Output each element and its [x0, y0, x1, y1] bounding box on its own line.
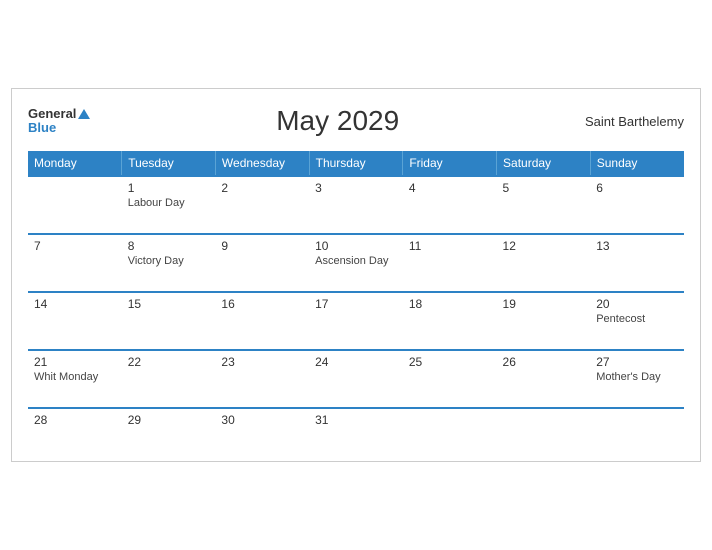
- holiday-label: Victory Day: [128, 255, 210, 267]
- holiday-label: Ascension Day: [315, 255, 397, 267]
- calendar-body: 1Labour Day2345678Victory Day910Ascensio…: [28, 176, 684, 453]
- calendar-title: May 2029: [276, 105, 399, 137]
- day-cell: [590, 408, 684, 453]
- day-cell: 30: [215, 408, 309, 453]
- day-number: 13: [596, 239, 678, 253]
- day-number: 31: [315, 413, 397, 427]
- day-number: 23: [221, 355, 303, 369]
- col-friday: Friday: [403, 151, 497, 176]
- day-number: 12: [503, 239, 585, 253]
- day-cell: 26: [497, 350, 591, 408]
- day-cell: 2: [215, 176, 309, 234]
- day-number: 8: [128, 239, 210, 253]
- day-number: 22: [128, 355, 210, 369]
- day-cell: 23: [215, 350, 309, 408]
- day-number: 2: [221, 181, 303, 195]
- day-number: 27: [596, 355, 678, 369]
- day-cell: 17: [309, 292, 403, 350]
- calendar-header-row: Monday Tuesday Wednesday Thursday Friday…: [28, 151, 684, 176]
- day-cell: 28: [28, 408, 122, 453]
- day-cell: 1 Labour Day: [122, 176, 216, 234]
- col-tuesday: Tuesday: [122, 151, 216, 176]
- day-number: 4: [409, 181, 491, 195]
- day-cell: 20 Pentecost: [590, 292, 684, 350]
- day-cell: 14: [28, 292, 122, 350]
- day-cell: 10 Ascension Day: [309, 234, 403, 292]
- day-cell: 6: [590, 176, 684, 234]
- day-cell: [497, 408, 591, 453]
- holiday-label: Mother's Day: [596, 371, 678, 383]
- day-cell: 9: [215, 234, 309, 292]
- day-number: 26: [503, 355, 585, 369]
- day-cell: 5: [497, 176, 591, 234]
- logo-general-text: General: [28, 107, 90, 121]
- holiday-label: Whit Monday: [34, 371, 116, 383]
- col-sunday: Sunday: [590, 151, 684, 176]
- day-cell: 16: [215, 292, 309, 350]
- day-cell: 15: [122, 292, 216, 350]
- day-cell: 27 Mother's Day: [590, 350, 684, 408]
- day-number: 6: [596, 181, 678, 195]
- col-saturday: Saturday: [497, 151, 591, 176]
- calendar-table: Monday Tuesday Wednesday Thursday Friday…: [28, 151, 684, 453]
- day-cell: 13: [590, 234, 684, 292]
- day-number: 18: [409, 297, 491, 311]
- day-number: 9: [221, 239, 303, 253]
- day-cell: 18: [403, 292, 497, 350]
- day-number: 17: [315, 297, 397, 311]
- calendar-container: General Blue May 2029 Saint Barthelemy M…: [11, 88, 701, 462]
- day-cell: 8 Victory Day: [122, 234, 216, 292]
- day-cell: 12: [497, 234, 591, 292]
- day-cell: 4: [403, 176, 497, 234]
- day-number: 14: [34, 297, 116, 311]
- calendar-header: General Blue May 2029 Saint Barthelemy: [28, 105, 684, 137]
- week-row-5: 28 29 30 31: [28, 408, 684, 453]
- day-cell: 25: [403, 350, 497, 408]
- day-number: 15: [128, 297, 210, 311]
- holiday-label: Pentecost: [596, 313, 678, 325]
- day-cell: 19: [497, 292, 591, 350]
- day-cell: 29: [122, 408, 216, 453]
- day-cell: 7: [28, 234, 122, 292]
- day-number: 24: [315, 355, 397, 369]
- day-cell: 11: [403, 234, 497, 292]
- week-row-1: 1 Labour Day 23456: [28, 176, 684, 234]
- day-cell: 24: [309, 350, 403, 408]
- day-cell: 3: [309, 176, 403, 234]
- logo: General Blue: [28, 107, 90, 136]
- logo-triangle-icon: [78, 109, 90, 119]
- col-wednesday: Wednesday: [215, 151, 309, 176]
- days-of-week-row: Monday Tuesday Wednesday Thursday Friday…: [28, 151, 684, 176]
- day-number: 10: [315, 239, 397, 253]
- day-number: 20: [596, 297, 678, 311]
- day-cell: [403, 408, 497, 453]
- day-cell: 22: [122, 350, 216, 408]
- day-number: 19: [503, 297, 585, 311]
- day-number: 1: [128, 181, 210, 195]
- logo-blue-text: Blue: [28, 121, 90, 135]
- day-number: 30: [221, 413, 303, 427]
- day-number: 16: [221, 297, 303, 311]
- day-number: 11: [409, 239, 491, 253]
- day-number: 28: [34, 413, 116, 427]
- day-number: 25: [409, 355, 491, 369]
- day-number: 7: [34, 239, 116, 253]
- calendar-region: Saint Barthelemy: [585, 114, 684, 129]
- day-cell: 31: [309, 408, 403, 453]
- holiday-label: Labour Day: [128, 197, 210, 209]
- week-row-3: 14 15 16 17 18 19 20 Pentecost: [28, 292, 684, 350]
- week-row-2: 78 Victory Day 9 10 Ascension Day 11 12 13: [28, 234, 684, 292]
- week-row-4: 21 Whit Monday 22 23 24 25 26 27 Mother's Day: [28, 350, 684, 408]
- day-number: 21: [34, 355, 116, 369]
- day-cell: [28, 176, 122, 234]
- day-number: 3: [315, 181, 397, 195]
- day-cell: 21 Whit Monday: [28, 350, 122, 408]
- day-number: 5: [503, 181, 585, 195]
- col-monday: Monday: [28, 151, 122, 176]
- col-thursday: Thursday: [309, 151, 403, 176]
- day-number: 29: [128, 413, 210, 427]
